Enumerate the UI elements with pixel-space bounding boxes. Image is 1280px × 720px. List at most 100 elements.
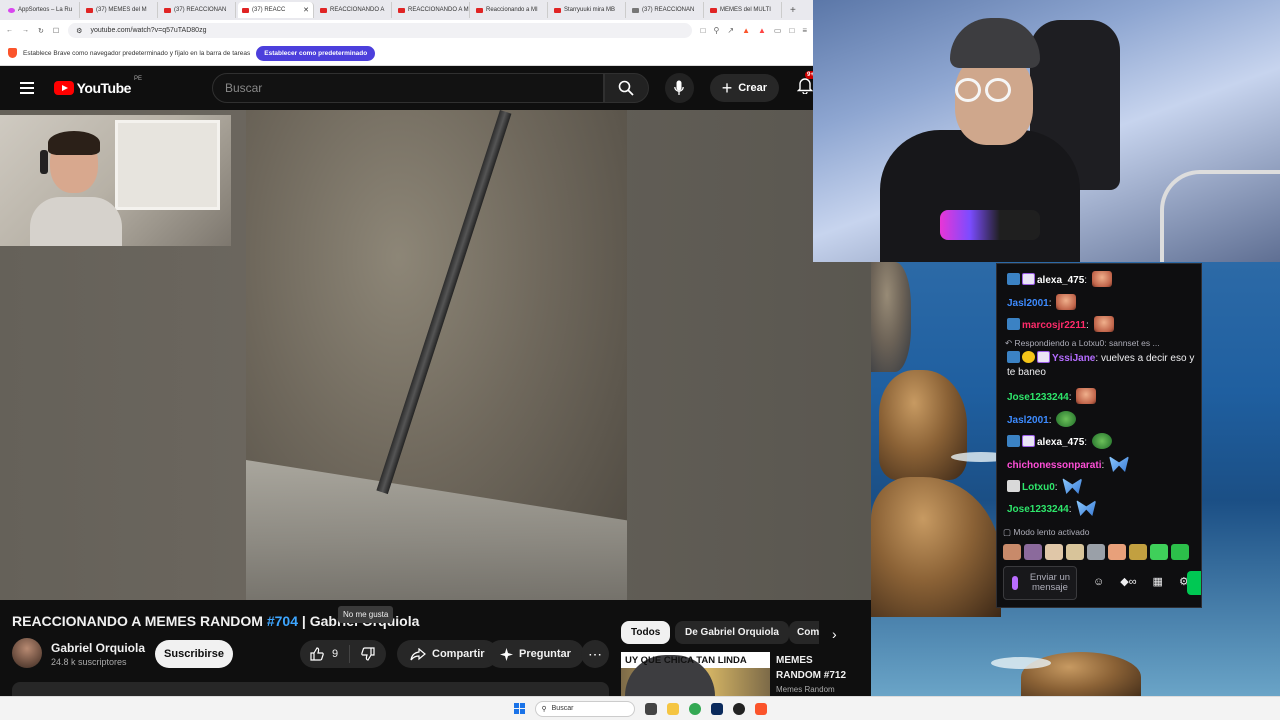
chat-username[interactable]: Jose1233244 xyxy=(1007,504,1069,515)
chrome-icon[interactable] xyxy=(688,702,701,715)
menu-icon[interactable]: ≡ xyxy=(802,26,807,35)
browser-tab[interactable]: AppSorteos – La Ru xyxy=(4,2,80,18)
face-emote-icon xyxy=(1076,388,1097,404)
back-icon[interactable]: ← xyxy=(6,27,13,34)
tab-label: REACCIONANDO A xyxy=(330,7,385,13)
task-view-icon[interactable] xyxy=(644,702,657,715)
chat-username[interactable]: marcosjr2211 xyxy=(1022,320,1086,331)
emote-4[interactable] xyxy=(1066,544,1084,560)
subscribe-button[interactable]: Suscribirse xyxy=(155,640,233,668)
browser-tab[interactable]: REACCIONANDO A M xyxy=(394,2,470,18)
emote-picker-icon[interactable]: ☺ xyxy=(1093,576,1104,588)
prime-badge-icon[interactable] xyxy=(1007,318,1020,330)
channel-name[interactable]: Gabriel Orquiola xyxy=(51,641,145,655)
gold-badge-icon[interactable] xyxy=(1022,351,1035,363)
channel-avatar[interactable] xyxy=(12,638,42,668)
chip-related[interactable]: Com xyxy=(789,621,819,644)
emote-7[interactable] xyxy=(1129,544,1147,560)
dislike-tooltip: No me gusta xyxy=(338,606,394,623)
notifications-button[interactable]: 9+ xyxy=(796,71,816,99)
mic-icon[interactable] xyxy=(1012,576,1018,590)
rewards-icon[interactable]: ▲ xyxy=(758,26,766,35)
sub-badge-icon[interactable] xyxy=(1037,351,1050,363)
chat-text: vuelves a decir eso y te baneo xyxy=(1007,353,1195,378)
emote-6[interactable] xyxy=(1108,544,1126,560)
share-button[interactable]: Compartir xyxy=(397,640,498,668)
browser-tab[interactable]: Reaccionando a MI xyxy=(472,2,548,18)
bookmark-icon[interactable]: ☐ xyxy=(53,27,59,35)
chip-all[interactable]: Todos xyxy=(621,621,671,644)
gift-badge-icon[interactable] xyxy=(1007,480,1020,492)
prime-badge-icon[interactable] xyxy=(1007,273,1020,285)
bfly-emote-icon xyxy=(1062,478,1083,494)
browser-tab[interactable]: REACCIONANDO A xyxy=(316,2,392,18)
more-actions-button[interactable]: ⋯ xyxy=(581,640,609,668)
file-explorer-icon[interactable] xyxy=(666,702,679,715)
browser-tab[interactable]: (37) REACCIONAN xyxy=(160,2,236,18)
chat-send-button[interactable] xyxy=(1187,571,1201,595)
emote-5[interactable] xyxy=(1087,544,1105,560)
related-video-title[interactable]: MEMES RANDOM #712 xyxy=(776,653,856,683)
chat-username[interactable]: chichonessonparati xyxy=(1007,460,1101,471)
related-video-thumbnail[interactable]: UY QUE CHICA TAN LINDA xyxy=(621,652,770,696)
tab-label: Reaccionando a MI xyxy=(486,7,538,13)
sub-badge-icon[interactable] xyxy=(1022,435,1035,447)
brave-icon[interactable] xyxy=(754,702,767,715)
search-input[interactable]: Buscar xyxy=(211,73,604,103)
browser-tab[interactable]: (37) REACCIONAN xyxy=(628,2,704,18)
store-icon[interactable]: ▦ xyxy=(1153,575,1163,588)
browser-tab[interactable]: MEMES del MULTI xyxy=(706,2,782,18)
chat-username[interactable]: Lotxu0 xyxy=(1022,482,1055,493)
set-default-button[interactable]: Establecer como predeterminado xyxy=(256,45,376,61)
search-button[interactable] xyxy=(603,73,649,103)
wallet-icon[interactable]: □ xyxy=(789,26,794,35)
chat-input[interactable]: Enviar un mensaje xyxy=(1003,566,1077,600)
create-button[interactable]: + Crear xyxy=(709,74,779,102)
emote-9[interactable] xyxy=(1171,544,1189,560)
menu-icon[interactable] xyxy=(20,82,34,94)
share-icon[interactable]: ↗ xyxy=(727,26,734,35)
browser-tab[interactable]: (37) MEMES del M xyxy=(82,2,158,18)
sidebar-icon[interactable]: ▭ xyxy=(774,26,782,35)
prime-badge-icon[interactable] xyxy=(1007,435,1020,447)
chat-username[interactable]: YssiJane xyxy=(1052,353,1095,364)
chat-message: Jose1233244: xyxy=(1007,500,1197,517)
new-tab-icon[interactable]: + xyxy=(784,5,802,16)
emote-8[interactable] xyxy=(1150,544,1168,560)
chat-username[interactable]: alexa_475 xyxy=(1037,275,1084,286)
chat-username[interactable]: alexa_475 xyxy=(1037,437,1084,448)
forward-icon[interactable]: → xyxy=(22,27,29,34)
chat-username[interactable]: Jose1233244 xyxy=(1007,392,1069,403)
bits-icon[interactable]: ◆∞ xyxy=(1120,575,1136,588)
browser-tabbar: AppSorteos – La Ru (37) MEMES del M (37) R… xyxy=(0,0,813,20)
chevron-right-icon[interactable]: › xyxy=(832,626,837,642)
close-tab-icon[interactable]: ✕ xyxy=(303,6,309,14)
sub-badge-icon[interactable] xyxy=(1022,273,1035,285)
obs-icon[interactable] xyxy=(732,702,745,715)
emote-2[interactable] xyxy=(1024,544,1042,560)
title-hashtag[interactable]: #704 xyxy=(267,613,298,629)
windows-start-icon[interactable] xyxy=(513,703,525,714)
reload-icon[interactable]: ↻ xyxy=(38,27,44,35)
ask-button[interactable]: Preguntar xyxy=(487,640,584,668)
url-field[interactable]: ⚙ youtube.com/watch?v=q57uTAD80zg xyxy=(68,23,692,38)
voice-search-button[interactable] xyxy=(664,73,694,103)
brave-shield-icon[interactable]: ▲ xyxy=(742,26,750,35)
youtube-logo[interactable]: YouTube PE xyxy=(53,76,142,96)
description-box[interactable] xyxy=(12,682,609,696)
photoshop-icon[interactable] xyxy=(710,702,723,715)
zoom-icon[interactable]: ⚲ xyxy=(714,26,720,35)
browser-tab[interactable]: (37) REACC ✕ xyxy=(238,2,314,18)
emote-1[interactable] xyxy=(1003,544,1021,560)
like-button[interactable]: 9 xyxy=(300,645,350,663)
chip-from-channel[interactable]: De Gabriel Orquiola xyxy=(675,621,789,644)
emote-3[interactable] xyxy=(1045,544,1063,560)
cast-icon[interactable]: □ xyxy=(701,26,706,35)
browser-tab[interactable]: Starryuuki mira MB xyxy=(550,2,626,18)
dislike-button[interactable] xyxy=(350,647,386,661)
chat-username[interactable]: Jasl2001 xyxy=(1007,415,1049,426)
site-info-icon[interactable]: ⚙ xyxy=(76,27,82,35)
taskbar-search[interactable]: ⚲ Buscar xyxy=(534,700,635,717)
prime-badge-icon[interactable] xyxy=(1007,351,1020,363)
chat-username[interactable]: Jasl2001 xyxy=(1007,298,1049,309)
